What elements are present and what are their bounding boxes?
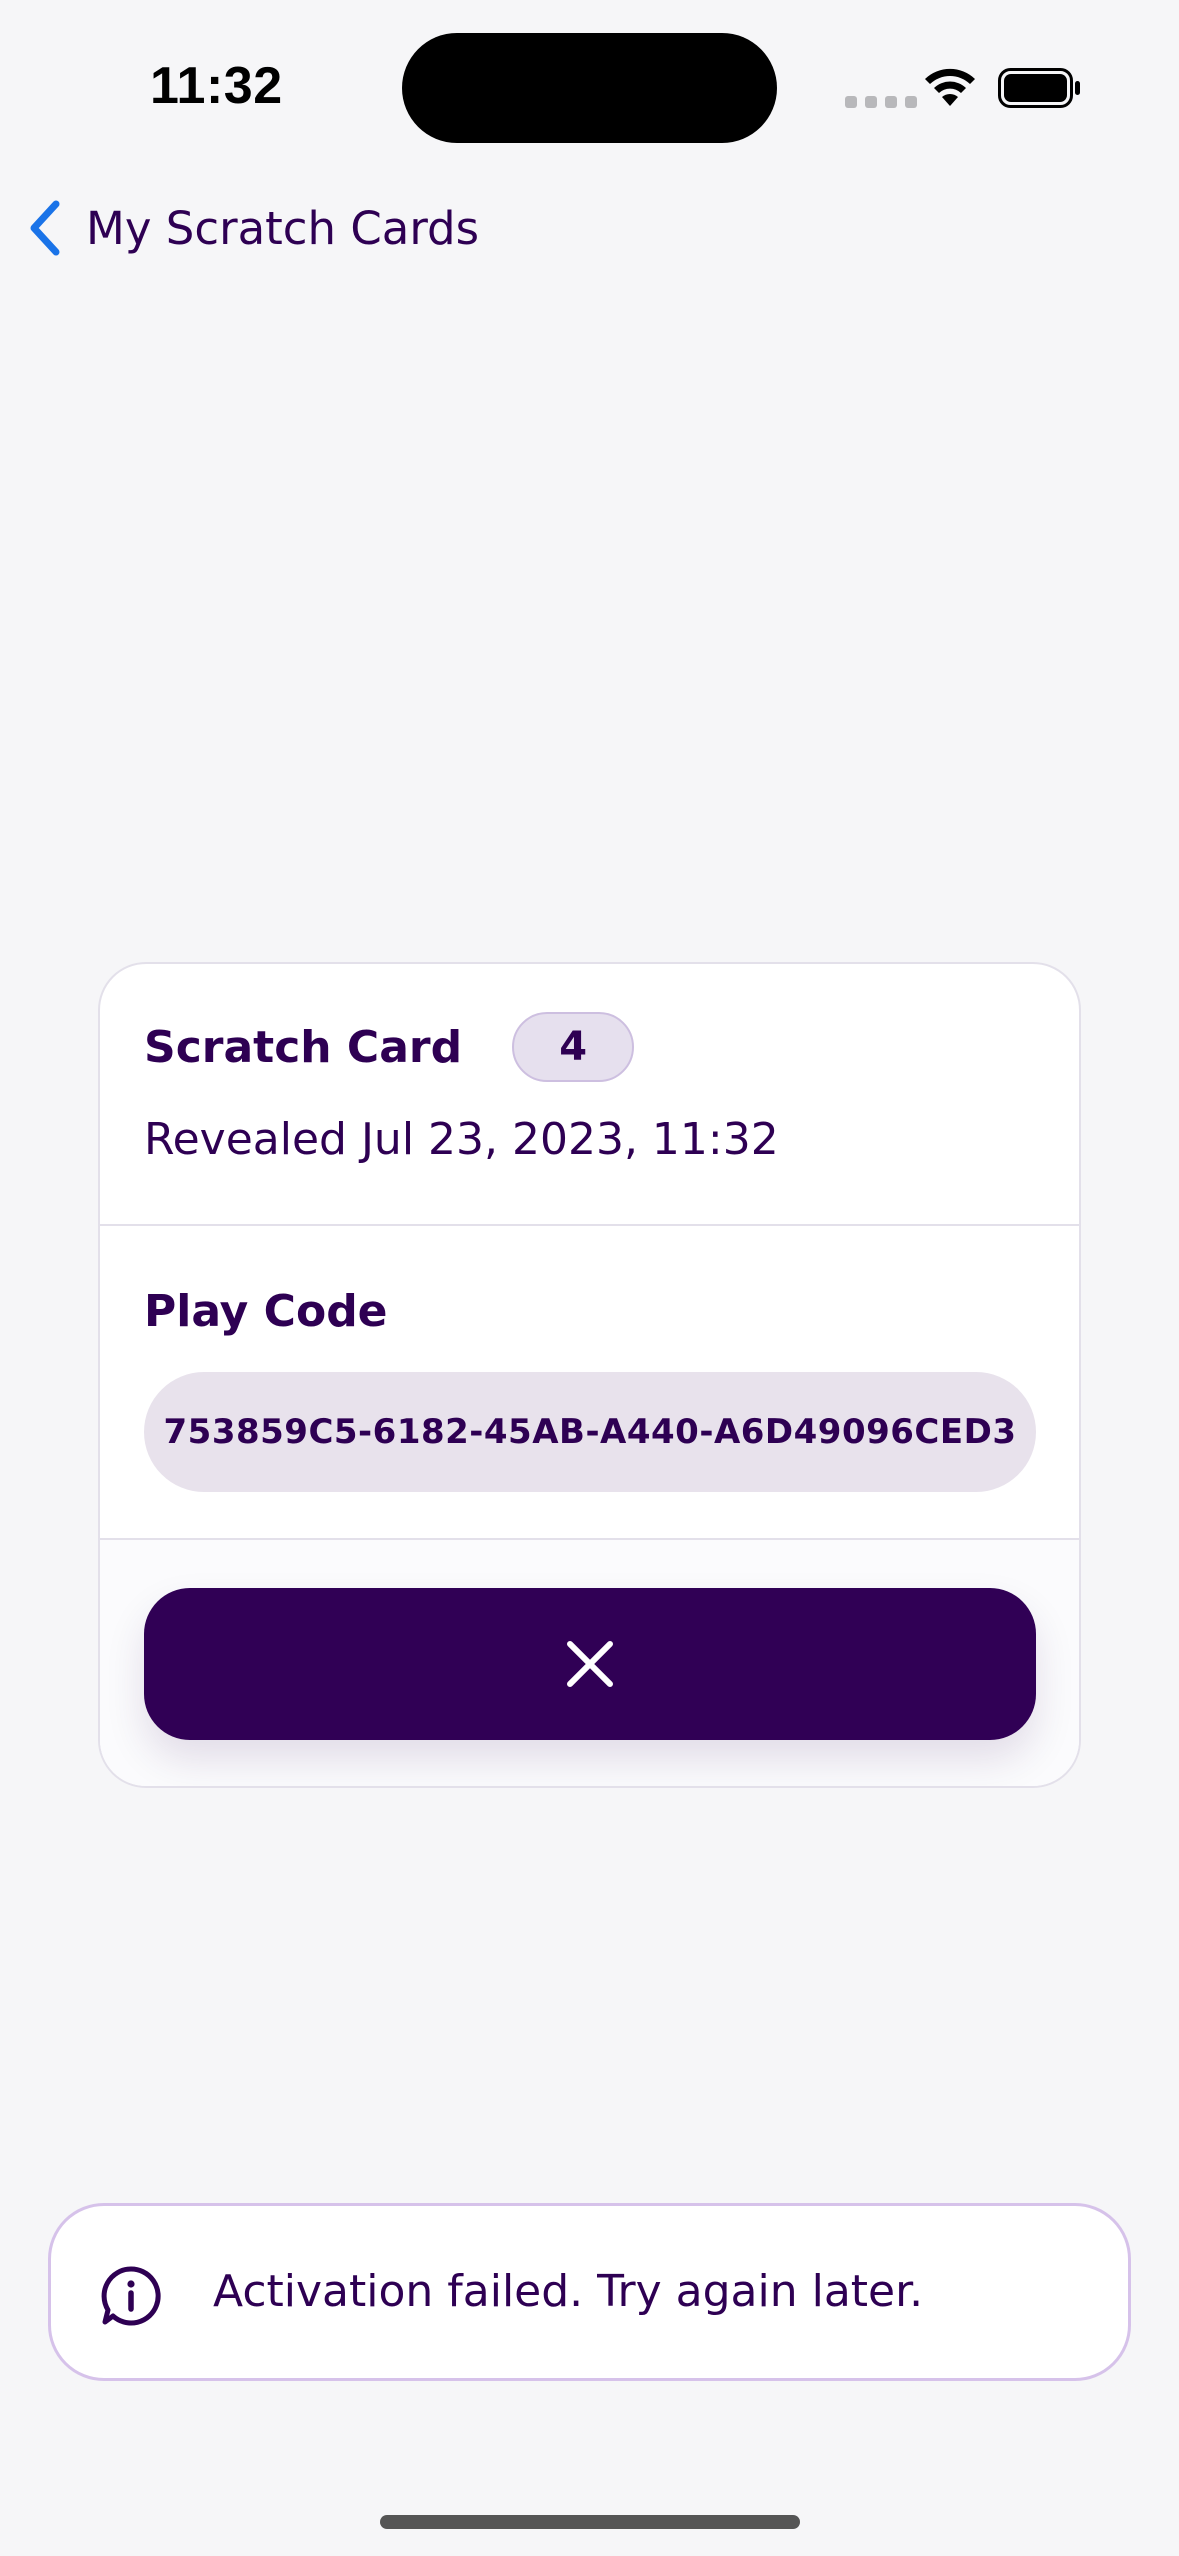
dynamic-island xyxy=(402,33,777,143)
card-footer xyxy=(100,1540,1079,1786)
error-toast: Activation failed. Try again later. xyxy=(48,2203,1131,2381)
close-button[interactable] xyxy=(144,1588,1036,1740)
status-time: 11:32 xyxy=(150,57,283,115)
card-number-badge: 4 xyxy=(512,1012,635,1082)
play-code-label: Play Code xyxy=(144,1286,388,1337)
play-code-section: Play Code 753859C5-6182-45AB-A440-A6D490… xyxy=(100,1226,1079,1540)
close-icon xyxy=(567,1641,613,1687)
card-title: Scratch Card xyxy=(144,1021,463,1073)
revealed-date: Revealed Jul 23, 2023, 11:32 xyxy=(144,1114,779,1165)
home-indicator[interactable] xyxy=(380,2515,800,2529)
info-bubble-icon xyxy=(101,2266,161,2326)
back-button-label: My Scratch Cards xyxy=(86,201,480,255)
cellular-signal-icon xyxy=(845,96,917,108)
toast-message: Activation failed. Try again later. xyxy=(213,2266,924,2317)
battery-icon xyxy=(998,68,1080,108)
scratch-card: Scratch Card 4 Revealed Jul 23, 2023, 11… xyxy=(98,962,1081,1788)
wifi-icon xyxy=(925,68,975,106)
card-header: Scratch Card 4 Revealed Jul 23, 2023, 11… xyxy=(100,964,1079,1226)
back-button[interactable]: My Scratch Cards xyxy=(24,196,479,260)
play-code-value[interactable]: 753859C5-6182-45AB-A440-A6D49096CED3 xyxy=(144,1372,1036,1492)
chevron-left-icon xyxy=(30,200,60,256)
